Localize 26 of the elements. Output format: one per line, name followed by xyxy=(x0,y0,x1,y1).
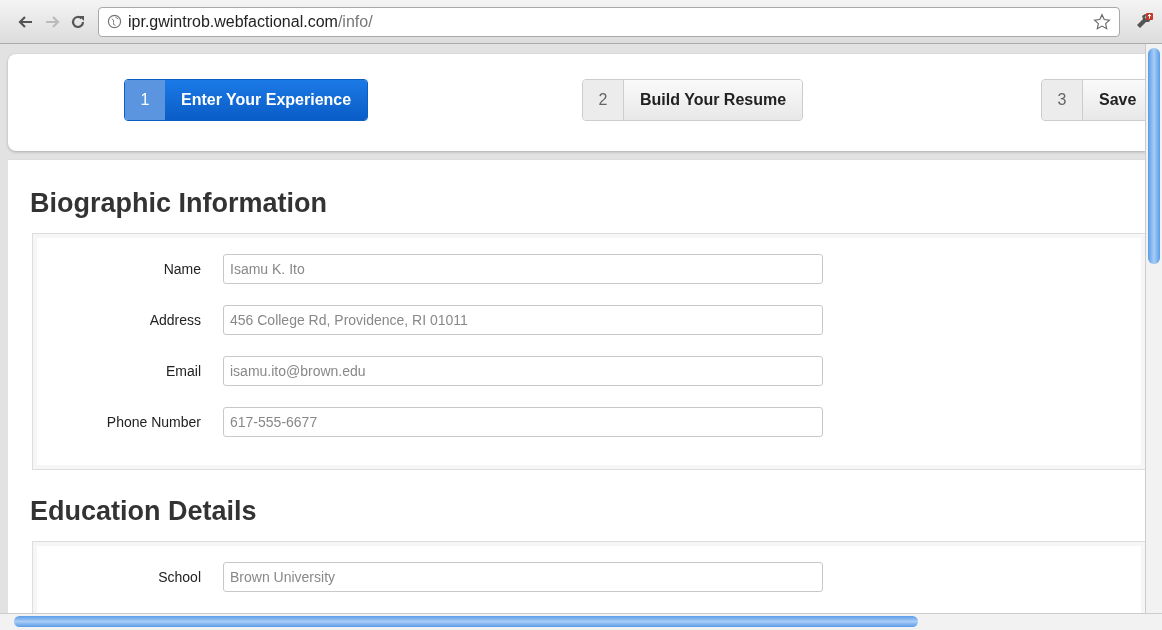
field-label: Email xyxy=(165,363,201,379)
section-heading: Biographic Information xyxy=(30,188,328,219)
reload-icon[interactable] xyxy=(70,13,86,30)
field-label: Name xyxy=(162,261,201,277)
forward-arrow-icon[interactable] xyxy=(44,13,60,30)
vertical-scrollbar[interactable] xyxy=(1145,44,1162,614)
field-label: School xyxy=(157,569,201,585)
section-heading: Education Details xyxy=(30,496,258,527)
step-button[interactable]: 1 Enter Your Experience xyxy=(124,79,369,121)
star-icon[interactable] xyxy=(1093,12,1111,31)
address-bar[interactable]: ipr.gwintrob.webfactional.com/info/ xyxy=(98,6,1120,37)
scroll-thumb[interactable] xyxy=(1148,48,1160,264)
input-field[interactable]: Isamu K. Ito xyxy=(223,254,823,284)
input-field[interactable]: isamu.ito@brown.edu xyxy=(223,356,823,386)
step-button[interactable]: 3 Save xyxy=(1041,79,1146,121)
input-field[interactable]: 456 College Rd, Providence, RI 01011 xyxy=(223,305,823,335)
step-button[interactable]: 2 Build Your Resume xyxy=(582,79,804,121)
scroll-thumb[interactable] xyxy=(14,616,918,627)
back-arrow-icon[interactable] xyxy=(18,13,34,30)
globe-icon xyxy=(107,14,122,29)
url-text: ipr.gwintrob.webfactional.com/info/ xyxy=(128,12,374,31)
field-label: Address xyxy=(148,312,201,328)
horizontal-scrollbar[interactable] xyxy=(0,613,1162,630)
field-label: Phone Number xyxy=(105,414,201,430)
input-field[interactable]: Brown University xyxy=(223,562,823,592)
input-field[interactable]: 617-555-6677 xyxy=(223,407,823,437)
